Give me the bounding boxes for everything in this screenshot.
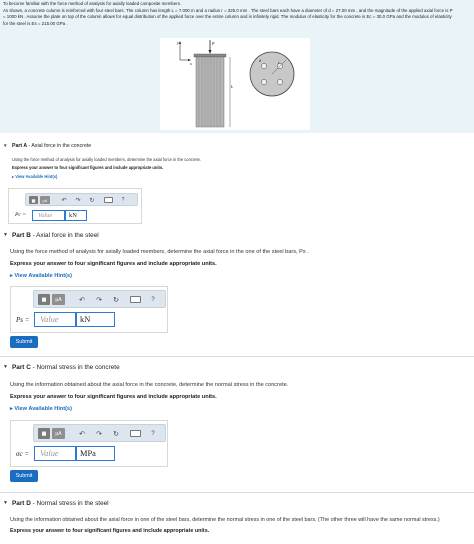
fig-x-label: x	[189, 61, 192, 66]
collapse-arrow-icon[interactable]: ▼	[3, 143, 7, 148]
problem-intro: To become familiar with the force method…	[0, 0, 474, 133]
part-b-title: - Axial force in the steel	[30, 232, 99, 239]
part-a-title: - Axial force in the concrete	[27, 143, 92, 149]
keyboard-icon[interactable]	[130, 296, 141, 303]
part-c-submit-button[interactable]: Submit	[10, 470, 38, 482]
keyboard-icon[interactable]	[130, 430, 141, 437]
part-b-submit-button[interactable]: Submit	[10, 336, 38, 348]
part-c-prompt: Using the information obtained about the…	[10, 382, 289, 388]
units-mu-button[interactable]: μA	[52, 294, 65, 305]
units-mu-button[interactable]: μA	[52, 428, 65, 439]
intro-line-4: for the steel is Es = 215.00 GPa .	[3, 20, 68, 26]
part-c-hint-text[interactable]: View Available Hint(s)	[14, 406, 72, 412]
part-c-variable: σc =	[16, 450, 30, 458]
part-a-value-input[interactable]: Value	[32, 210, 65, 221]
part-b-hint-text[interactable]: View Available Hint(s)	[14, 273, 72, 279]
section-divider	[0, 492, 474, 493]
collapse-arrow-icon[interactable]: ▼	[3, 364, 8, 370]
intro-line-3: = 1000 kN . Assume the plate on top of t…	[3, 14, 452, 20]
column-diagram: y x P L r d	[176, 40, 295, 128]
part-d-instructions: Express your answer to four significant …	[10, 528, 210, 534]
part-c-instructions: Express your answer to four significant …	[10, 394, 217, 400]
keyboard-icon[interactable]	[104, 197, 113, 203]
help-icon[interactable]: ?	[119, 196, 127, 204]
part-a-toolbar: ▦ μA ↶ ↷ ↻ ?	[25, 193, 138, 206]
part-a-instructions: Express your answer to four significant …	[12, 165, 164, 170]
matrix-icon[interactable]: ▦	[38, 294, 50, 305]
part-b-answer-box: ▦ μA ↶ ↷ ↻ ? Ps = Value kN	[10, 286, 168, 333]
matrix-icon[interactable]: ▦	[38, 428, 50, 439]
part-a-hint-link[interactable]: ▸ View Available Hint(s)	[12, 174, 57, 179]
fig-l-label: L	[230, 84, 234, 89]
part-c-title: - Normal stress in the concrete	[30, 364, 120, 371]
units-mu-button[interactable]: μA	[40, 196, 50, 204]
part-c-answer-box: ▦ μA ↶ ↷ ↻ ? σc = Value MPa	[10, 420, 168, 467]
part-a-unit-input[interactable]: kN	[65, 210, 87, 221]
fig-y-label: y	[176, 40, 179, 45]
part-c-unit-input[interactable]: MPa	[76, 446, 115, 461]
collapse-arrow-icon[interactable]: ▼	[3, 500, 8, 506]
reset-icon[interactable]: ↻	[111, 428, 121, 439]
help-icon[interactable]: ?	[148, 294, 158, 305]
part-d-prompt: Using the information obtained about the…	[10, 517, 440, 523]
undo-icon[interactable]: ↶	[60, 196, 68, 204]
fig-p-label: P	[211, 41, 215, 46]
part-c-value-input[interactable]: Value	[34, 446, 76, 461]
part-a-label: Part A	[12, 143, 28, 149]
part-a-answer-box: ▦ μA ↶ ↷ ↻ ? Pc = Value kN	[8, 188, 142, 224]
fig-d-label: d	[259, 59, 261, 63]
part-b-instructions: Express your answer to four significant …	[10, 261, 217, 267]
undo-icon[interactable]: ↶	[77, 294, 87, 305]
part-b-value-input[interactable]: Value	[34, 312, 76, 327]
part-b-unit-input[interactable]: kN	[76, 312, 115, 327]
redo-icon[interactable]: ↷	[94, 428, 104, 439]
help-icon[interactable]: ?	[148, 428, 158, 439]
part-b-toolbar: ▦ μA ↶ ↷ ↻ ?	[33, 290, 166, 308]
intro-line-1: To become familiar with the force method…	[3, 1, 182, 6]
collapse-arrow-icon[interactable]: ▼	[3, 232, 8, 238]
undo-icon[interactable]: ↶	[77, 428, 87, 439]
column-figure: y x P L r d	[160, 38, 310, 130]
reset-icon[interactable]: ↻	[111, 294, 121, 305]
part-a-variable: Pc =	[15, 212, 27, 218]
matrix-icon[interactable]: ▦	[29, 196, 38, 204]
part-b-prompt: Using the force method of analysis for a…	[10, 249, 309, 255]
part-b-variable: Ps =	[16, 316, 30, 324]
part-d-label: Part D	[12, 500, 31, 507]
redo-icon[interactable]: ↷	[74, 196, 82, 204]
part-b-label: Part B	[12, 232, 31, 239]
part-d-title: - Normal stress in the steel	[30, 500, 109, 507]
part-a-prompt: Using the force method of analysis for a…	[12, 157, 202, 162]
part-c-label: Part C	[12, 364, 31, 371]
section-divider	[0, 356, 474, 357]
part-a-hint-text[interactable]: View Available Hint(s)	[15, 174, 57, 179]
problem-statement: To become familiar with the force method…	[3, 1, 471, 27]
reset-icon[interactable]: ↻	[88, 196, 96, 204]
part-b-hint-link[interactable]: ▸ View Available Hint(s)	[10, 273, 72, 279]
redo-icon[interactable]: ↷	[94, 294, 104, 305]
intro-line-2: As shown, a concrete column is reinforce…	[3, 7, 453, 13]
part-c-hint-link[interactable]: ▸ View Available Hint(s)	[10, 406, 72, 412]
part-c-toolbar: ▦ μA ↶ ↷ ↻ ?	[33, 424, 166, 442]
